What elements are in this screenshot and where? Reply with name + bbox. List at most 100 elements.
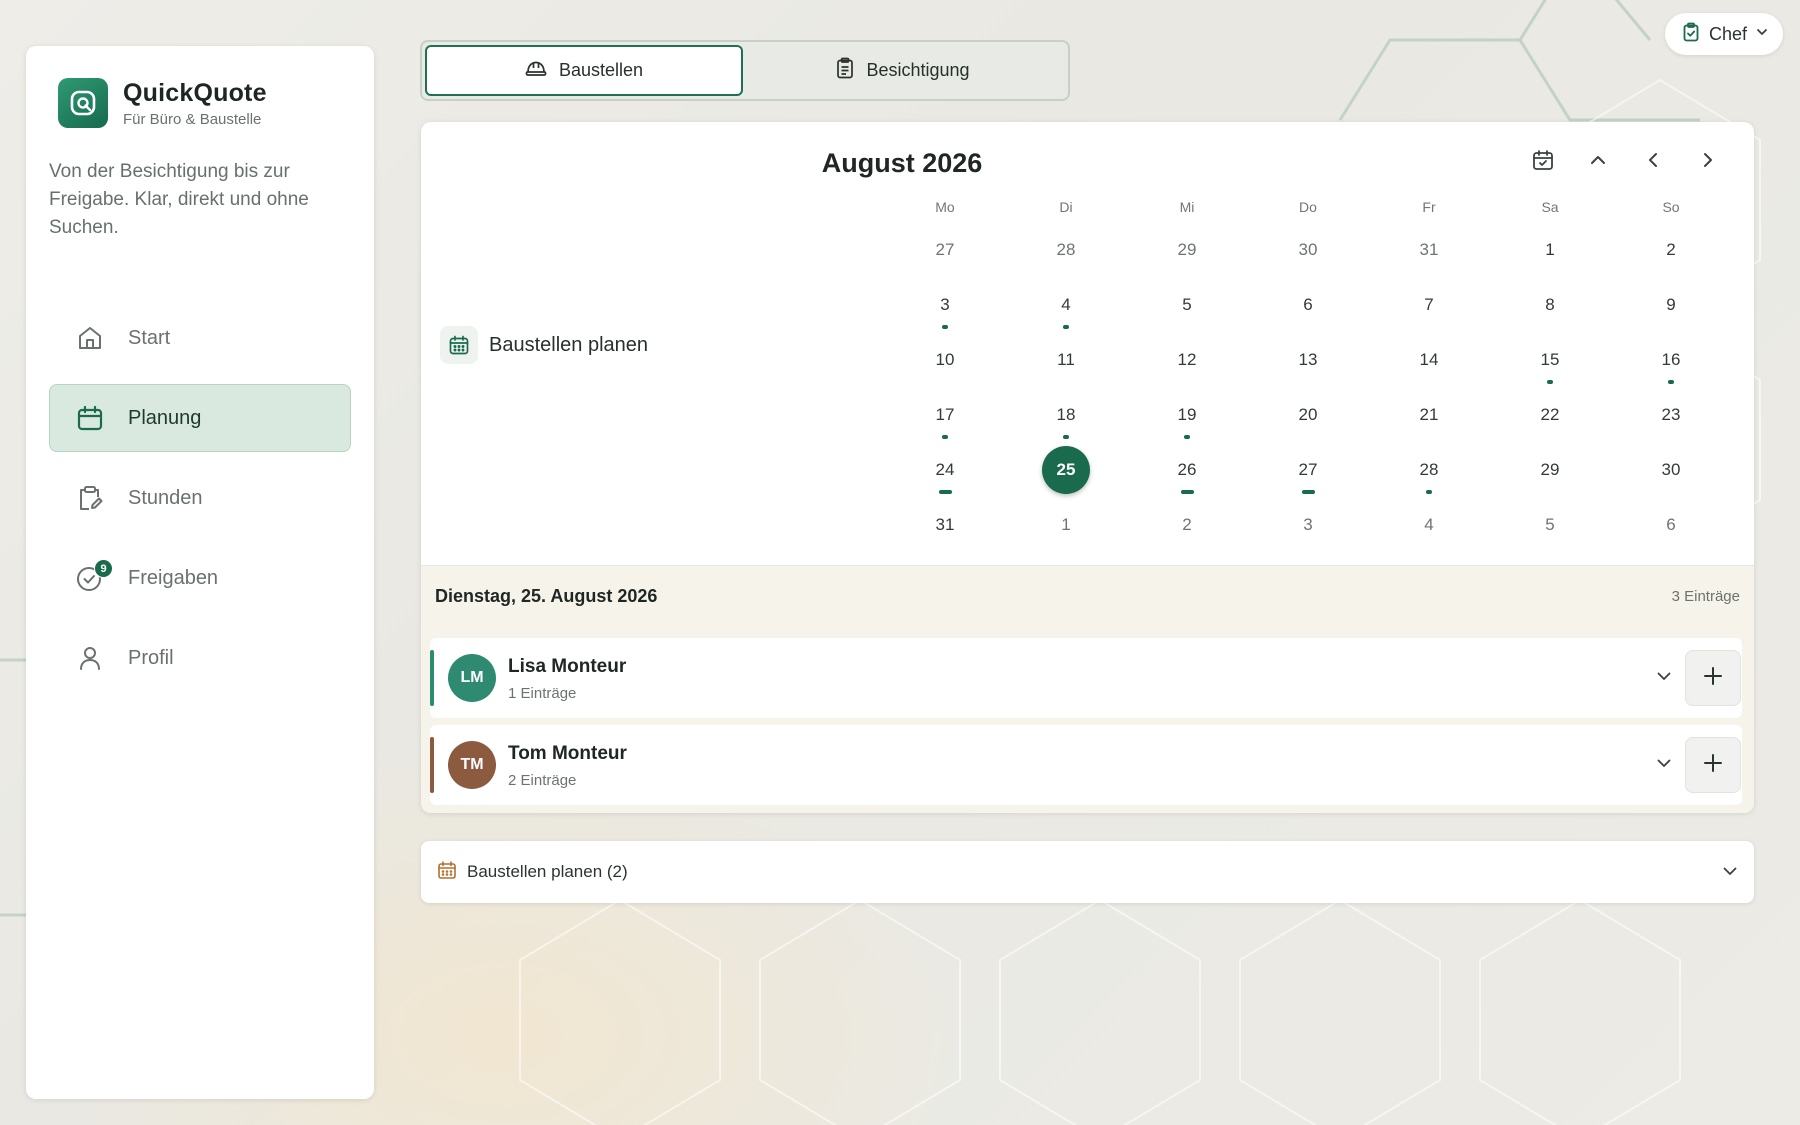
tab-label: Baustellen [558, 60, 644, 80]
weekday-label: Sa [1541, 199, 1559, 215]
add-entry-button[interactable] [1685, 650, 1741, 706]
calendar-day[interactable]: 22 [1526, 391, 1574, 439]
brand[interactable]: QuickQuote Für Büro & Baustelle [58, 78, 267, 128]
sidebar-item-freigaben[interactable]: 9 Freigaben [49, 544, 351, 612]
sidebar-item-label: Start [128, 326, 171, 349]
calendar-day[interactable]: 2 [1163, 501, 1211, 549]
calendar-day[interactable]: 20 [1284, 391, 1332, 439]
calendar-day[interactable]: 3 [1284, 501, 1332, 549]
calendar-day[interactable]: 29 [1526, 446, 1574, 494]
event-indicator [1180, 490, 1194, 494]
sidebar-item-stunden[interactable]: Stunden [49, 464, 351, 532]
calendar-day[interactable]: 31 [921, 501, 969, 549]
calendar-day[interactable]: 17 [921, 391, 969, 439]
worker-row-tom[interactable]: TM Tom Monteur 2 Einträge [430, 725, 1742, 805]
planning-list-toggle[interactable]: Baustellen planen (2) [421, 841, 1754, 903]
clipboard-icon [836, 57, 854, 84]
role-menu-button[interactable]: Chef [1665, 13, 1783, 55]
user-icon [74, 642, 106, 674]
previous-month-button[interactable] [1633, 142, 1673, 182]
calendar-day[interactable]: 4 [1405, 501, 1453, 549]
calendar-day[interactable]: 14 [1405, 336, 1453, 384]
hard-hat-icon [525, 58, 547, 83]
calendar-day[interactable]: 15 [1526, 336, 1574, 384]
calendar-day[interactable]: 9 [1647, 281, 1695, 329]
sidebar: QuickQuote Für Büro & Baustelle Von der … [26, 46, 374, 1099]
calendar-day[interactable]: 13 [1284, 336, 1332, 384]
tab-baustellen[interactable]: Baustellen [425, 45, 743, 96]
calendar-day[interactable]: 12 [1163, 336, 1211, 384]
worker-entry-count: 1 Einträge [508, 685, 577, 702]
freigaben-count-badge: 9 [94, 559, 113, 578]
chevron-down-icon[interactable] [1654, 753, 1674, 778]
sidebar-item-profil[interactable]: Profil [49, 624, 351, 692]
calendar-day[interactable]: 11 [1042, 336, 1090, 384]
calendar-day[interactable]: 10 [921, 336, 969, 384]
next-month-button[interactable] [1688, 142, 1728, 182]
calendar-day[interactable]: 1 [1526, 226, 1574, 274]
chevron-down-icon [1755, 25, 1769, 44]
chevron-down-icon [1720, 861, 1740, 886]
selected-day-panel: Dienstag, 25. August 2026 3 Einträge LM … [421, 565, 1754, 813]
worker-entry-count: 2 Einträge [508, 772, 577, 789]
calendar-day[interactable]: 8 [1526, 281, 1574, 329]
calendar-day[interactable]: 4 [1042, 281, 1090, 329]
tab-besichtigung[interactable]: Besichtigung [744, 45, 1062, 96]
avatar: TM [448, 741, 496, 789]
calendar-day[interactable]: 23 [1647, 391, 1695, 439]
calendar-day[interactable]: 26 [1163, 446, 1211, 494]
avatar: LM [448, 654, 496, 702]
calendar-day[interactable]: 18 [1042, 391, 1090, 439]
calendar-day[interactable]: 27 [921, 226, 969, 274]
selected-day-title: Dienstag, 25. August 2026 [435, 586, 658, 606]
calendar-day[interactable]: 6 [1284, 281, 1332, 329]
calendar-day[interactable]: 24 [921, 446, 969, 494]
calendar-day[interactable]: 19 [1163, 391, 1211, 439]
calendar-day[interactable]: 30 [1284, 226, 1332, 274]
calendar-day[interactable]: 1 [1042, 501, 1090, 549]
calendar-day[interactable]: 16 [1647, 336, 1695, 384]
sidebar-item-planung[interactable]: Planung [49, 384, 351, 452]
planner-label: Baustellen planen [489, 333, 649, 356]
sidebar-item-start[interactable]: Start [49, 304, 351, 372]
calendar-day[interactable]: 7 [1405, 281, 1453, 329]
calendar-day[interactable]: 30 [1647, 446, 1695, 494]
selected-day-count: 3 Einträge [1671, 588, 1740, 605]
weekday-label: Di [1059, 199, 1073, 215]
app-subtitle: Für Büro & Baustelle [123, 110, 262, 128]
event-indicator [1668, 380, 1674, 384]
calendar-check-icon [1531, 148, 1555, 177]
calendar-day[interactable]: 28 [1042, 226, 1090, 274]
calendar-day[interactable]: 3 [921, 281, 969, 329]
calendar-day-today[interactable]: 25 [1042, 446, 1090, 494]
chevron-up-icon [1588, 150, 1608, 175]
add-entry-button[interactable] [1685, 737, 1741, 793]
calendar-day[interactable]: 28 [1405, 446, 1453, 494]
calendar-day[interactable]: 5 [1526, 501, 1574, 549]
sidebar-item-label: Freigaben [128, 566, 219, 589]
calendar-day[interactable]: 21 [1405, 391, 1453, 439]
calendar-day[interactable]: 27 [1284, 446, 1332, 494]
app-title: QuickQuote [123, 78, 267, 107]
today-button[interactable] [1523, 142, 1563, 182]
event-indicator [1547, 380, 1553, 384]
worker-row-lisa[interactable]: LM Lisa Monteur 1 Einträge [430, 638, 1742, 718]
sidebar-nav: Start Planung Stunden 9 Freigaben Profil [49, 304, 351, 704]
home-icon [74, 322, 106, 354]
event-indicator [1426, 490, 1432, 494]
event-indicator [942, 325, 948, 329]
view-tabs: Baustellen Besichtigung [420, 40, 1070, 101]
collapse-calendar-button[interactable] [1578, 142, 1618, 182]
chevron-down-icon[interactable] [1654, 666, 1674, 691]
calendar-day[interactable]: 6 [1647, 501, 1695, 549]
weekday-label: Do [1299, 199, 1317, 215]
calendar-day[interactable]: 31 [1405, 226, 1453, 274]
calendar-day[interactable]: 5 [1163, 281, 1211, 329]
event-indicator [1063, 435, 1069, 439]
clipboard-edit-icon [74, 482, 106, 514]
sidebar-item-label: Planung [128, 406, 202, 429]
worker-name: Lisa Monteur [508, 656, 627, 677]
calendar-day[interactable]: 29 [1163, 226, 1211, 274]
calendar-day[interactable]: 2 [1647, 226, 1695, 274]
weekday-label: Mi [1179, 199, 1195, 215]
